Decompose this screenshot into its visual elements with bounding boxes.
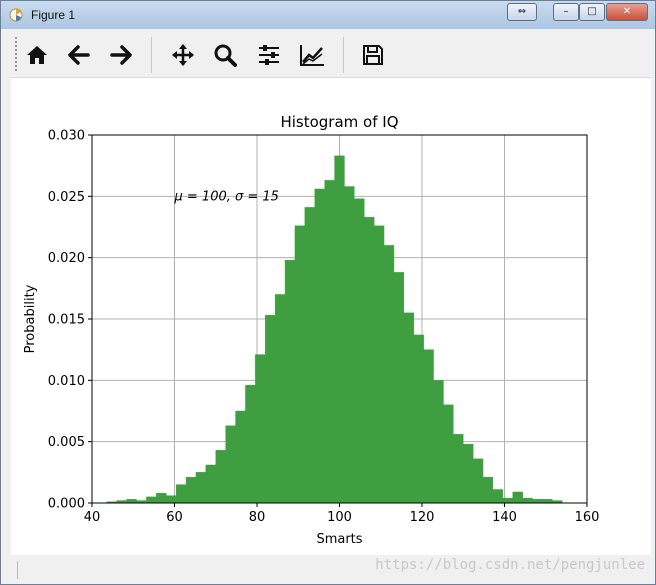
- minimize-button[interactable]: –: [553, 3, 579, 21]
- title-bar[interactable]: Figure 1 ⇔ – □ ✕: [1, 1, 655, 29]
- histogram-bar: [433, 380, 444, 504]
- x-tick-label: 140: [492, 510, 517, 525]
- forward-arrow-icon: [110, 45, 132, 65]
- histogram-bar: [373, 225, 385, 504]
- configure-subplots-icon: [259, 45, 279, 65]
- figure-window: Figure 1 ⇔ – □ ✕ 40 60 80 100 120 140 16…: [0, 0, 656, 585]
- status-bar: https://blog.csdn.net/pengjunlee: [11, 556, 651, 584]
- y-tick-label: 0.020: [48, 251, 85, 266]
- x-tick-label: 40: [84, 510, 101, 525]
- chart-title: Histogram of IQ: [280, 113, 398, 131]
- histogram-bar: [453, 434, 464, 504]
- pan-icon: [172, 44, 194, 66]
- back-arrow-icon: [68, 45, 90, 65]
- histogram-bar: [413, 334, 424, 504]
- histogram-bar: [156, 492, 167, 504]
- histogram-bar: [195, 472, 207, 504]
- watermark-text: https://blog.csdn.net/pengjunlee: [375, 557, 645, 573]
- save-button[interactable]: [357, 39, 389, 71]
- histogram-bar: [463, 443, 474, 504]
- histogram-bar: [423, 349, 434, 504]
- swap-window-button[interactable]: ⇔: [507, 3, 537, 21]
- y-tick-label: 0.005: [48, 435, 85, 450]
- histogram-chart: 40 60 80 100 120 140 160 0.000 0.005 0.010 0.015 0.…: [23, 113, 600, 547]
- x-tick-label: 120: [410, 510, 435, 525]
- histogram-bar: [512, 491, 523, 504]
- histogram-bar: [472, 458, 484, 504]
- toolbar-separator: [151, 37, 152, 73]
- stats-annotation: μ = 100, σ = 15: [174, 189, 279, 204]
- histogram-bar: [482, 477, 494, 504]
- histogram-bar: [294, 225, 306, 504]
- zoom-icon: [214, 44, 237, 67]
- status-divider: [17, 561, 19, 579]
- back-button[interactable]: [63, 39, 95, 71]
- histogram-bar: [175, 484, 187, 504]
- histogram-bar: [542, 499, 553, 504]
- figure-canvas[interactable]: 40 60 80 100 120 140 160 0.000 0.005 0.010 0.015 0.…: [11, 78, 651, 555]
- close-button[interactable]: ✕: [606, 3, 648, 21]
- histogram-bar: [314, 188, 325, 504]
- histogram-bar: [443, 404, 454, 504]
- histogram-bar: [334, 155, 345, 504]
- histogram-bar: [255, 354, 266, 504]
- navigation-toolbar: [11, 31, 651, 78]
- histogram-bar: [532, 499, 543, 504]
- y-tick-label: 0.015: [48, 313, 85, 328]
- x-axis-label: Smarts: [316, 532, 362, 547]
- histogram-bar: [274, 294, 286, 504]
- histogram-bar: [383, 245, 395, 504]
- histogram-bar: [166, 495, 177, 504]
- histogram-bar: [304, 207, 315, 504]
- edit-axis-icon: [300, 45, 324, 66]
- y-tick-label: 0.000: [48, 497, 85, 512]
- histogram-bar: [354, 198, 365, 504]
- histogram-bar: [284, 259, 296, 504]
- histogram-bar: [265, 315, 276, 504]
- x-tick-label: 80: [249, 510, 266, 525]
- y-axis-label: Probability: [23, 284, 38, 353]
- histogram-bar: [492, 489, 504, 504]
- x-tick-label: 160: [575, 510, 600, 525]
- x-tick-label: 100: [327, 510, 352, 525]
- histogram-bar: [344, 186, 355, 504]
- y-tick-label: 0.025: [48, 190, 85, 205]
- histogram-bar: [215, 450, 226, 504]
- maximize-button[interactable]: □: [579, 3, 605, 21]
- pan-button[interactable]: [167, 39, 199, 71]
- histogram-bar: [205, 464, 216, 504]
- histogram-bar: [126, 499, 137, 504]
- home-icon: [27, 46, 47, 64]
- histogram-bar: [245, 385, 256, 504]
- forward-button[interactable]: [105, 39, 137, 71]
- histogram-bar: [522, 497, 533, 504]
- toolbar-grip[interactable]: [15, 37, 20, 71]
- save-icon: [363, 45, 383, 65]
- zoom-button[interactable]: [209, 39, 241, 71]
- home-button[interactable]: [21, 39, 53, 71]
- histogram-bar: [502, 497, 513, 504]
- matplotlib-app-icon: [9, 8, 23, 22]
- histogram-bar: [225, 425, 236, 504]
- x-tick-label: 60: [166, 510, 183, 525]
- toolbar-separator: [343, 37, 344, 73]
- histogram-bar: [235, 410, 246, 504]
- configure-subplots-button[interactable]: [253, 39, 285, 71]
- histogram-bar: [403, 312, 414, 504]
- edit-axis-button[interactable]: [296, 39, 328, 71]
- histogram-bar: [324, 180, 335, 504]
- histogram-bar: [185, 477, 197, 504]
- histogram-bar: [393, 272, 405, 504]
- window-title: Figure 1: [31, 8, 76, 22]
- y-tick-label: 0.010: [48, 374, 85, 389]
- histogram-bar: [146, 496, 157, 504]
- histogram-bar: [364, 216, 375, 504]
- y-tick-label: 0.030: [48, 129, 85, 144]
